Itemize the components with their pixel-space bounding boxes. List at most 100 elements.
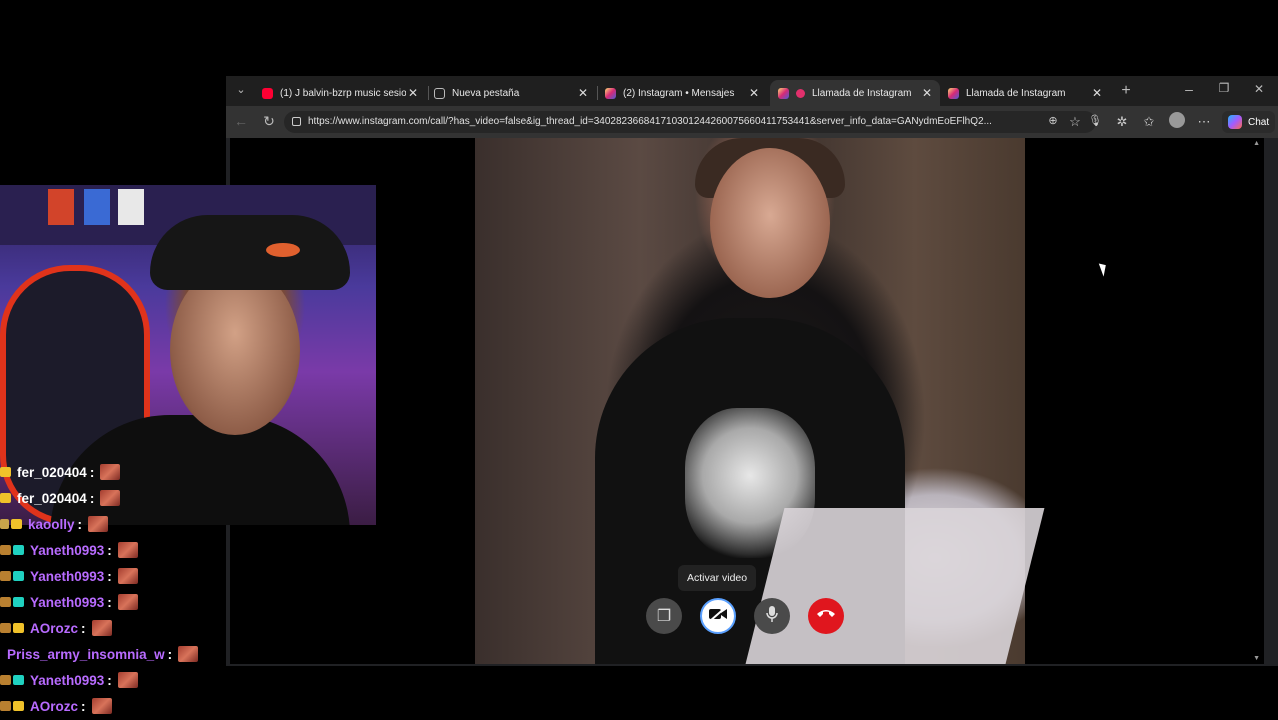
- zoom-icon[interactable]: ⊕: [1044, 114, 1062, 127]
- chat-username: kaoolly: [28, 516, 75, 532]
- tab-title: (2) Instagram • Mensajes: [623, 87, 735, 99]
- microphone-permission-icon[interactable]: 🎙: [1086, 114, 1104, 127]
- scroll-down-icon[interactable]: ▼: [1253, 655, 1260, 662]
- poster: [48, 189, 74, 225]
- crown-badge-icon: [13, 701, 24, 711]
- more-menu-icon[interactable]: ⋯: [1195, 114, 1213, 130]
- chat-username: AOrozc: [30, 620, 79, 636]
- favorites-icon[interactable]: ✩: [1140, 114, 1158, 130]
- close-tab-icon[interactable]: ✕: [1090, 86, 1104, 100]
- tab-new-tab[interactable]: Nueva pestaña ✕: [426, 80, 596, 106]
- share-screen-icon: ❐: [656, 608, 672, 625]
- tab-title: Llamada de Instagram: [812, 87, 912, 99]
- cap-logo: [266, 243, 300, 257]
- close-tab-icon[interactable]: ✕: [406, 86, 420, 100]
- chat-separator: :: [81, 698, 86, 714]
- star-badge-icon: [0, 519, 9, 529]
- chat-emote-icon: [117, 672, 138, 688]
- reload-icon[interactable]: ↻: [260, 113, 278, 130]
- scroll-up-icon[interactable]: ▲: [1253, 140, 1260, 147]
- poster: [84, 189, 110, 225]
- close-window-icon[interactable]: ✕: [1250, 82, 1268, 96]
- streamer-cap: [150, 215, 350, 290]
- tab-bar: ⌄ (1) J balvin-bzrp music sesions ✕ Nuev…: [226, 76, 1278, 106]
- instagram-icon: [778, 87, 789, 99]
- mod-badge-icon: [13, 597, 24, 607]
- profile-avatar-icon[interactable]: [1168, 112, 1186, 131]
- mod-badge-icon: [13, 545, 24, 555]
- recording-icon: [796, 88, 805, 98]
- chat-username: fer_020404: [17, 464, 87, 480]
- crown-badge-icon: [0, 493, 11, 503]
- chat-separator: :: [107, 568, 112, 584]
- chat-emote-icon: [91, 620, 112, 636]
- browser-window: ⌄ (1) J balvin-bzrp music sesions ✕ Nuev…: [226, 76, 1278, 666]
- favorite-star-icon[interactable]: ☆: [1066, 114, 1084, 130]
- back-icon[interactable]: ←: [232, 113, 250, 129]
- chat-emote-icon: [117, 542, 138, 558]
- sub-badge-icon: [0, 597, 11, 607]
- sub-badge-icon: [0, 571, 11, 581]
- tab-instagram-call[interactable]: Llamada de Instagram ✕: [940, 80, 1110, 106]
- chat-message: fer_020404 :: [0, 459, 121, 485]
- chat-separator: :: [107, 542, 112, 558]
- chat-separator: :: [167, 646, 173, 662]
- chat-username: AOrozc: [30, 698, 79, 714]
- chat-emote-icon: [117, 594, 138, 610]
- tab-youtube[interactable]: (1) J balvin-bzrp music sesions ✕: [254, 80, 426, 106]
- chat-message: Priss_army_insomnia_w :: [7, 641, 199, 667]
- new-tab-icon[interactable]: +: [1117, 82, 1135, 100]
- sub-badge-icon: [0, 701, 11, 711]
- instagram-icon: [605, 87, 616, 99]
- url-text: https://www.instagram.com/call/?has_vide…: [308, 116, 992, 127]
- share-screen-button[interactable]: ❐: [646, 598, 682, 634]
- chat-username: Yaneth0993: [30, 672, 105, 688]
- chat-message: fer_020404 :: [0, 485, 121, 511]
- minimize-icon[interactable]: –: [1180, 81, 1198, 97]
- url-field[interactable]: https://www.instagram.com/call/?has_vide…: [284, 111, 1096, 133]
- chat-username: Yaneth0993: [30, 568, 105, 584]
- extensions-icon[interactable]: ✲: [1113, 114, 1131, 130]
- site-info-icon[interactable]: [292, 117, 301, 126]
- microphone-button[interactable]: [754, 598, 790, 634]
- call-page: Activar video ❐ ▲ ▼: [230, 138, 1264, 664]
- tab-title: Nueva pestaña: [452, 87, 520, 99]
- sub-badge-icon: [0, 545, 11, 555]
- tab-instagram-call-active[interactable]: Llamada de Instagram ✕: [770, 80, 940, 106]
- close-tab-icon[interactable]: ✕: [747, 86, 761, 100]
- sub-badge-icon: [0, 675, 11, 685]
- chat-emote-icon: [88, 516, 109, 532]
- tab-title: Llamada de Instagram: [966, 87, 1066, 99]
- address-bar: ← ↻ https://www.instagram.com/call/?has_…: [226, 106, 1278, 138]
- chat-username: Yaneth0993: [30, 594, 105, 610]
- video-off-icon: [708, 605, 728, 627]
- youtube-icon: [262, 87, 273, 99]
- chat-emote-icon: [100, 490, 121, 506]
- chat-message: Yaneth0993 :: [0, 563, 138, 589]
- chat-username: fer_020404: [17, 490, 87, 506]
- instagram-icon: [948, 87, 959, 99]
- crown-badge-icon: [0, 467, 11, 477]
- chat-message: Yaneth0993 :: [0, 589, 138, 615]
- chat-separator: :: [107, 594, 112, 610]
- newtab-icon: [434, 87, 445, 99]
- chat-separator: :: [89, 464, 95, 480]
- tab-search-icon[interactable]: ⌄: [232, 83, 250, 96]
- chat-message: Yaneth0993 :: [0, 667, 138, 693]
- chat-label: Chat: [1248, 116, 1270, 128]
- copilot-icon: [1228, 115, 1242, 129]
- end-call-button[interactable]: [808, 598, 844, 634]
- end-call-icon: [816, 607, 836, 625]
- streamer-face: [170, 265, 300, 435]
- tab-instagram-messages[interactable]: (2) Instagram • Mensajes ✕: [597, 80, 767, 106]
- close-tab-icon[interactable]: ✕: [920, 86, 934, 100]
- chat-emote-icon: [178, 646, 199, 662]
- chat-message: AOrozc :: [0, 693, 112, 719]
- close-tab-icon[interactable]: ✕: [576, 86, 590, 100]
- activate-video-button[interactable]: [700, 598, 736, 634]
- chat-message: Yaneth0993 :: [0, 537, 138, 563]
- chat-separator: :: [89, 490, 95, 506]
- activate-video-tooltip: Activar video: [678, 565, 757, 591]
- copilot-chat-button[interactable]: Chat: [1222, 111, 1276, 133]
- restore-icon[interactable]: ❐: [1215, 81, 1233, 95]
